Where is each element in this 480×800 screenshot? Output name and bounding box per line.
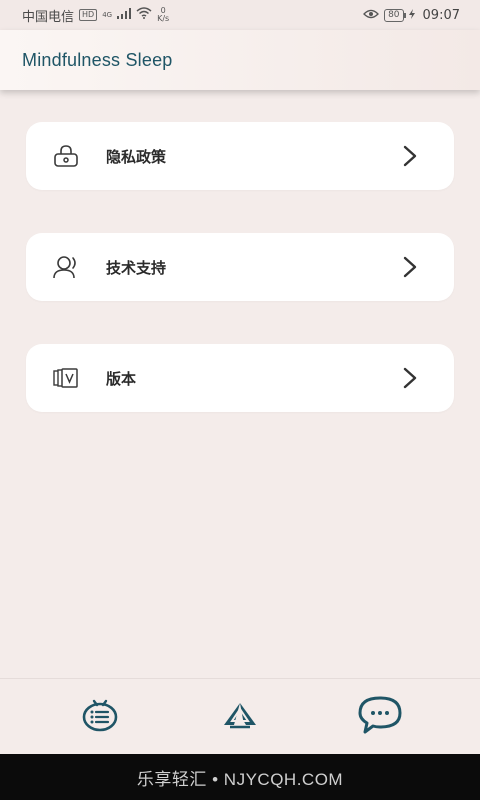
- status-right: 80 09:07: [363, 8, 460, 23]
- menu-item-label: 版本: [106, 369, 137, 388]
- watermark-text: 乐享轻汇 • NJYCQH.COM: [136, 769, 344, 789]
- list-icon: [81, 698, 119, 736]
- nav-home-button[interactable]: [216, 693, 264, 741]
- menu-item-tech-support[interactable]: 技术支持: [26, 233, 454, 301]
- chevron-right-icon: [400, 255, 420, 279]
- wifi-icon: [136, 7, 152, 23]
- version-icon: [52, 364, 80, 392]
- eye-icon: [363, 8, 379, 23]
- status-time: 09:07: [422, 7, 460, 23]
- hd-badge: HD: [79, 9, 98, 21]
- carrier-label: 中国电信: [22, 9, 75, 25]
- menu-item-label: 隐私政策: [106, 147, 167, 166]
- status-bar: 中国电信 HD 4G 0 K/s 80 09:07: [0, 0, 480, 30]
- settings-menu: 隐私政策 技术支持 版本: [26, 122, 454, 455]
- status-left: 中国电信 HD 4G 0 K/s: [22, 6, 169, 25]
- support-user-icon: [52, 253, 80, 281]
- chevron-right-icon: [400, 144, 420, 168]
- speed-unit: K/s: [157, 14, 170, 23]
- app-header: Mindfulness Sleep: [0, 30, 480, 90]
- chat-bubble-icon: [357, 695, 403, 739]
- network-type-label: 4G: [102, 11, 113, 19]
- watermark-bar: 乐享轻汇 • NJYCQH.COM: [0, 754, 480, 800]
- chevron-right-icon: [400, 366, 420, 390]
- charging-icon: [408, 8, 415, 23]
- menu-item-version[interactable]: 版本: [26, 344, 454, 412]
- lock-icon: [52, 142, 80, 170]
- network-speed: 0 K/s: [157, 7, 169, 23]
- nav-chat-button[interactable]: [356, 693, 404, 741]
- app-title: Mindfulness Sleep: [22, 49, 173, 70]
- nav-list-button[interactable]: [76, 693, 124, 741]
- menu-item-privacy-policy[interactable]: 隐私政策: [26, 122, 454, 190]
- triangle-logo-icon: [222, 701, 258, 733]
- signal-icon: [117, 7, 132, 23]
- menu-item-label: 技术支持: [106, 258, 167, 277]
- bottom-nav: [0, 678, 480, 754]
- battery-icon: 80: [384, 8, 407, 22]
